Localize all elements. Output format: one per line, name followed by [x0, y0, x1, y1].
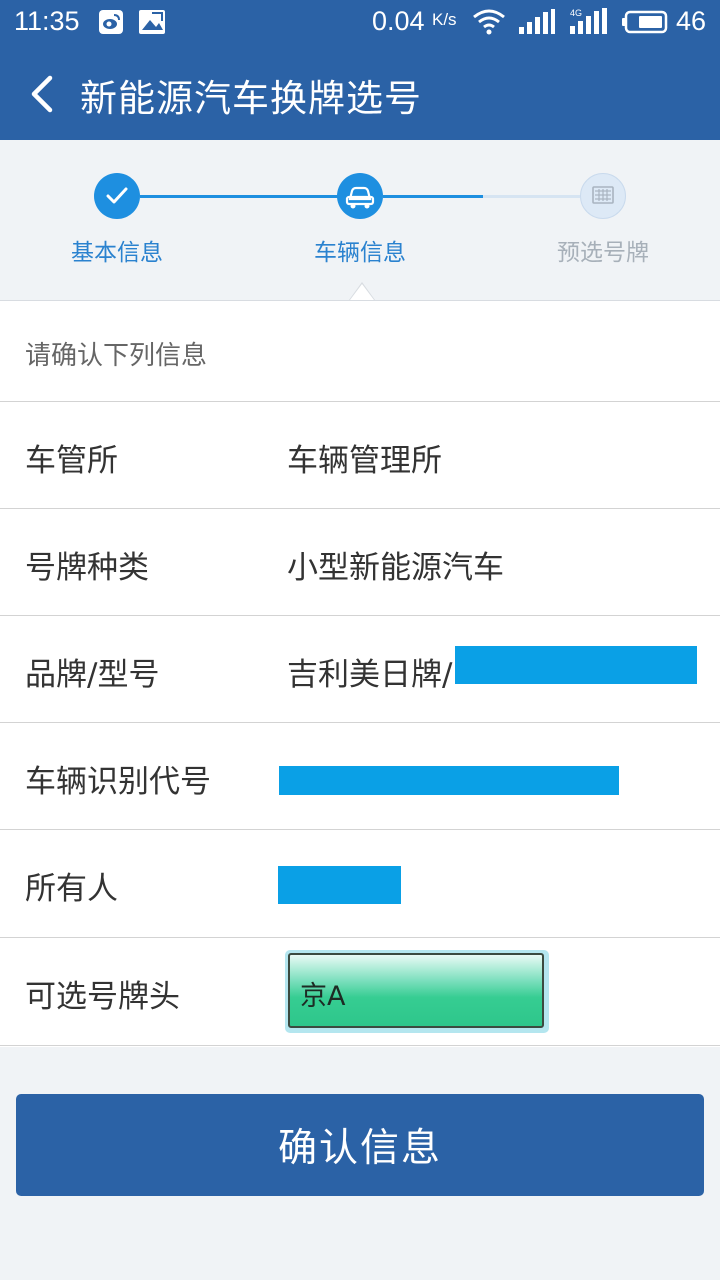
form-divider [0, 1045, 720, 1046]
plate-prefix-plate: 京A [288, 953, 544, 1028]
app-header: 11:35 0.04 K/s 4G 46 新能源汽车换牌选号 [0, 0, 720, 140]
row-owner: 所有人 [0, 829, 720, 937]
network-speed: 0.04 [372, 6, 425, 36]
vehicle-info-form: 请确认下列信息 车管所 车辆管理所 号牌种类 小型新能源汽车 品牌/型号 吉利美… [0, 300, 720, 1047]
battery-level: 46 [676, 6, 707, 36]
row-vehicle-office: 车管所 车辆管理所 [0, 401, 720, 509]
step-connector-pending [483, 195, 580, 198]
row-value: 车辆管理所 [287, 443, 442, 479]
row-label: 品牌/型号 [25, 657, 160, 693]
redaction-block [455, 646, 697, 684]
plate-prefix-value: 京A [300, 981, 346, 1012]
row-brand-model: 品牌/型号 吉利美日牌/ [0, 615, 720, 723]
signal-4g-icon: 4G [568, 6, 610, 40]
signal-icon [518, 9, 556, 39]
row-label: 号牌种类 [25, 550, 149, 586]
step-connector-done [140, 195, 340, 198]
step-basic-info-circle [94, 173, 140, 219]
row-value: 吉利美日牌/ [287, 657, 453, 693]
redaction-block [279, 766, 619, 795]
battery-icon [622, 10, 668, 38]
confirm-info-button[interactable]: 确认信息 [16, 1094, 704, 1196]
step-vehicle-info-circle [337, 173, 383, 219]
row-label: 所有人 [25, 871, 118, 907]
step-plate-select-label: 预选号牌 [557, 240, 649, 266]
network-type-label: 4G [570, 8, 582, 18]
row-label: 车辆识别代号 [25, 764, 211, 800]
weibo-icon [98, 9, 124, 39]
plate-grid-icon [592, 186, 614, 204]
row-vin: 车辆识别代号 [0, 722, 720, 830]
row-label: 车管所 [25, 443, 118, 479]
back-button[interactable] [22, 70, 62, 118]
status-time: 11:35 [14, 6, 80, 36]
row-plate-prefix: 可选号牌头 京A [0, 937, 720, 1046]
check-icon [106, 187, 128, 204]
wifi-icon [472, 8, 506, 40]
redaction-block [278, 866, 401, 904]
plate-prefix-selector[interactable]: 京A [285, 950, 549, 1033]
car-icon [345, 186, 375, 209]
page-title: 新能源汽车换牌选号 [80, 77, 422, 120]
step-plate-select-circle [580, 173, 626, 219]
active-step-pointer [350, 284, 374, 300]
row-value: 小型新能源汽车 [287, 550, 504, 586]
step-vehicle-info-label: 车辆信息 [314, 240, 406, 266]
row-plate-type: 号牌种类 小型新能源汽车 [0, 508, 720, 616]
step-connector-active [383, 195, 483, 198]
chevron-left-icon [31, 75, 53, 113]
image-icon [138, 9, 166, 39]
row-label: 可选号牌头 [25, 979, 180, 1015]
step-basic-info-label: 基本信息 [71, 240, 163, 266]
status-bar: 11:35 0.04 K/s 4G 46 [0, 0, 720, 44]
confirm-hint: 请确认下列信息 [25, 341, 208, 371]
progress-stepper: 基本信息 车辆信息 预选号牌 [0, 140, 720, 300]
network-speed-unit: K/s [432, 10, 457, 29]
